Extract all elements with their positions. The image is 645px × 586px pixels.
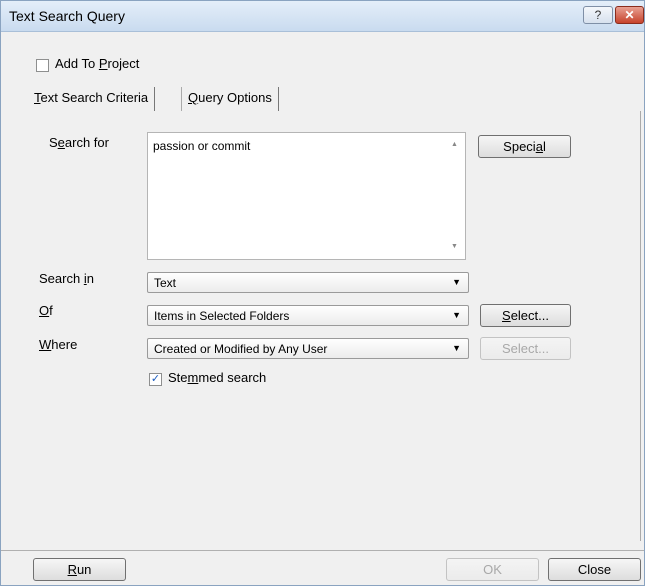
search-in-label: Search in (39, 271, 94, 286)
tab-text-search-criteria[interactable]: Text Search Criteria (28, 87, 156, 111)
text-search-query-dialog: Text Search Query ? ✕ Add To Project Tex… (0, 0, 645, 586)
title-bar[interactable]: Text Search Query ? ✕ (1, 1, 644, 32)
where-value: Created or Modified by Any User (154, 342, 328, 356)
of-select-button[interactable]: Select... (480, 304, 571, 327)
add-to-project-label: Add To Project (55, 56, 140, 71)
tab-query-options[interactable]: Query Options (181, 87, 279, 111)
search-in-value: Text (154, 276, 177, 290)
search-in-select[interactable]: Text ▼ (147, 272, 469, 293)
close-button[interactable]: Close (548, 558, 641, 581)
close-button-label: Close (577, 562, 612, 577)
help-button[interactable]: ? (583, 6, 613, 24)
chevron-down-icon: ▼ (452, 310, 461, 320)
search-for-value: passion or commit (153, 139, 251, 153)
search-for-label: Search for (49, 135, 109, 150)
chevron-down-icon: ▼ (452, 343, 461, 353)
of-label: Of (39, 303, 53, 318)
ok-button-label: OK (483, 562, 502, 577)
stemmed-search-label: Stemmed search (168, 370, 267, 385)
run-button[interactable]: Run (33, 558, 126, 581)
where-select-button-label: Select... (502, 341, 549, 356)
footer-divider (1, 550, 644, 551)
close-window-button[interactable]: ✕ (615, 6, 644, 24)
tab-text-search-criteria-label: Text Search Criteria (34, 90, 149, 105)
chevron-down-icon: ▼ (452, 277, 461, 287)
scroll-up-icon[interactable]: ▲ (451, 141, 458, 148)
special-button-label: Special (503, 139, 546, 154)
of-value: Items in Selected Folders (154, 309, 290, 323)
scroll-down-icon[interactable]: ▼ (451, 243, 458, 250)
where-select[interactable]: Created or Modified by Any User ▼ (147, 338, 469, 359)
of-select[interactable]: Items in Selected Folders ▼ (147, 305, 469, 326)
tab-query-options-label: Query Options (188, 90, 272, 105)
where-select-button[interactable]: Select... (480, 337, 571, 360)
add-to-project-checkbox[interactable] (36, 59, 49, 72)
run-button-label: Run (67, 562, 92, 577)
stemmed-search-checkbox[interactable]: ✓ (149, 373, 162, 386)
of-select-button-label: Select... (502, 308, 549, 323)
window-title: Text Search Query (9, 8, 125, 24)
ok-button[interactable]: OK (446, 558, 539, 581)
special-button[interactable]: Special (478, 135, 571, 158)
search-for-textarea[interactable]: passion or commit ▲ ▼ (147, 132, 466, 260)
where-label: Where (39, 337, 78, 352)
